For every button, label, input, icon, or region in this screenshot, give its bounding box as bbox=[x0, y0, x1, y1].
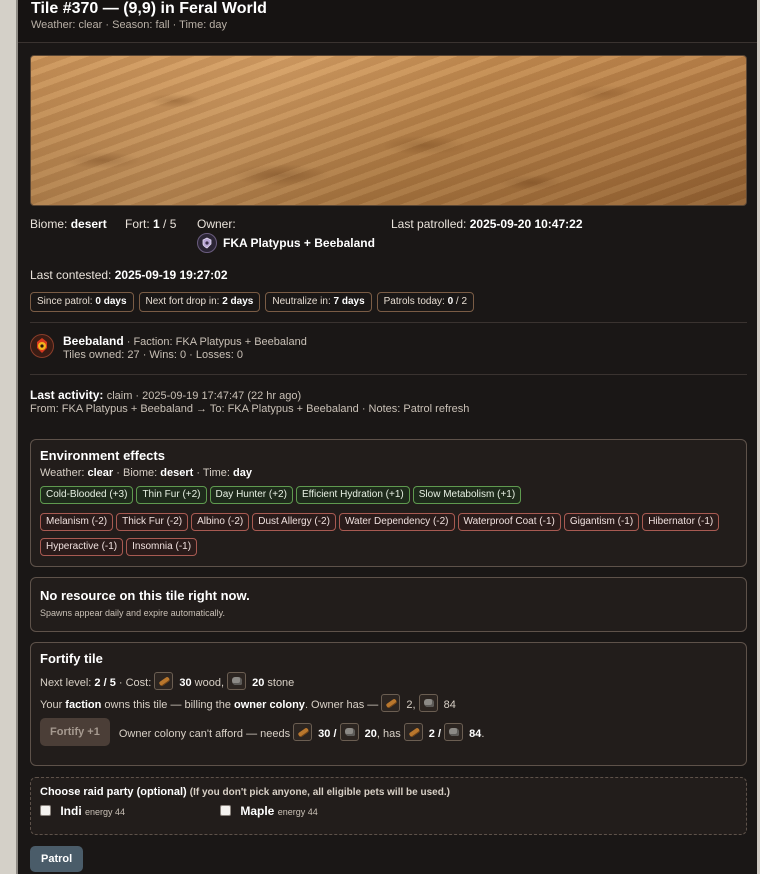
effect-tag: Insomnia (-1) bbox=[126, 538, 198, 556]
effect-tag: Water Dependency (-2) bbox=[338, 513, 455, 531]
last-activity: Last activity: claim · 2025-09-19 17:47:… bbox=[30, 388, 470, 415]
last-patrolled-value: 2025-09-20 10:47:22 bbox=[469, 217, 583, 231]
pet-option-maple[interactable]: Maple energy 44 bbox=[220, 804, 318, 818]
pet-list: Indi energy 44 Maple energy 44 bbox=[40, 804, 737, 818]
stone-icon bbox=[339, 723, 359, 741]
patrols-today-chip: Patrols today: 0 / 2 bbox=[376, 292, 475, 312]
effect-tag: Thick Fur (-2) bbox=[116, 513, 189, 531]
effect-tag: Albino (-2) bbox=[191, 513, 250, 531]
tile-biome-image bbox=[30, 55, 747, 206]
effect-tag: Efficient Hydration (+1) bbox=[295, 486, 410, 504]
fort-field: Fort: 1 / 5 bbox=[125, 217, 177, 231]
effect-tag: Thin Fur (+2) bbox=[136, 486, 207, 504]
colony-name[interactable]: Beebaland bbox=[63, 334, 124, 348]
activity-detail: From: FKA Platypus + Beebaland → To: FKA… bbox=[30, 403, 470, 415]
stone-icon bbox=[444, 723, 463, 741]
colony-faction: · Faction: FKA Platypus + Beebaland bbox=[123, 336, 307, 348]
pet-option-indi[interactable]: Indi energy 44 bbox=[40, 804, 220, 818]
last-contested-field: Last contested: 2025-09-19 19:27:02 bbox=[30, 268, 228, 282]
neutralize-chip: Neutralize in: 7 days bbox=[265, 292, 372, 312]
effect-tag: Slow Metabolism (+1) bbox=[412, 486, 522, 504]
next-fort-drop-chip: Next fort drop in: 2 days bbox=[138, 292, 261, 312]
patrol-button[interactable]: Patrol bbox=[30, 846, 84, 872]
page-subtitle: Weather: clear · Season: fall · Time: da… bbox=[31, 19, 228, 31]
wood-icon bbox=[381, 694, 401, 712]
effect-tag: Gigantism (-1) bbox=[563, 513, 640, 531]
page-header: Tile #370 — (9,9) in Feral World Weather… bbox=[18, 0, 757, 43]
negative-effects-more: Hyperactive (-1) Insomnia (-1) bbox=[40, 536, 737, 561]
effect-tag: Cold-Blooded (+3) bbox=[40, 486, 134, 504]
effect-tag: Dust Allergy (-2) bbox=[252, 513, 336, 531]
activity-meta: claim · 2025-09-19 17:47:47 (22 hr ago) bbox=[106, 390, 302, 402]
fort-value: 1 bbox=[153, 217, 160, 231]
colony-stats: Tiles owned: 27 · Wins: 0 · Losses: 0 bbox=[63, 349, 243, 361]
last-contested-value: 2025-09-19 19:27:02 bbox=[114, 268, 228, 282]
owner-field: Owner: FKA Platypus + Beebaland bbox=[197, 217, 375, 253]
stone-icon bbox=[227, 672, 247, 690]
fortify-panel: Fortify tile Next level: 2 / 5 · Cost: 3… bbox=[30, 642, 747, 766]
effect-tag: Hibernator (-1) bbox=[642, 513, 720, 531]
environment-title: Environment effects bbox=[40, 448, 165, 463]
wood-icon bbox=[154, 672, 174, 690]
environment-summary: Weather: clear · Biome: desert · Time: d… bbox=[40, 467, 253, 479]
positive-effects: Cold-Blooded (+3) Thin Fur (+2) Day Hunter… bbox=[40, 484, 737, 509]
divider bbox=[30, 374, 747, 375]
timer-chips: Since patrol: 0 days Next fort drop in: 2… bbox=[30, 291, 479, 312]
tile-content: Biome: desert Fort: 1 / 5 Owner: FKA Pla… bbox=[30, 55, 747, 872]
biome-field: Biome: desert bbox=[30, 217, 107, 231]
raid-party-heading: Choose raid party (optional) (If you don… bbox=[40, 786, 450, 798]
owner-faction-icon bbox=[197, 233, 217, 253]
effect-tag: Melanism (-2) bbox=[40, 513, 114, 531]
resource-panel: No resource on this tile right now. Spaw… bbox=[30, 577, 747, 632]
window-left-frame bbox=[0, 0, 18, 874]
fortify-title: Fortify tile bbox=[40, 651, 103, 666]
owner-link[interactable]: FKA Platypus + Beebaland bbox=[197, 233, 375, 253]
page-title: Tile #370 — (9,9) in Feral World bbox=[31, 0, 267, 17]
stone-icon bbox=[418, 694, 438, 712]
fortify-button[interactable]: Fortify +1 bbox=[40, 718, 110, 746]
pet-checkbox[interactable] bbox=[40, 805, 51, 816]
resource-note: Spawns appear daily and expire automatic… bbox=[40, 608, 225, 618]
negative-effects: Melanism (-2) Thick Fur (-2) Albino (-2) Du… bbox=[40, 511, 737, 536]
afford-message: Owner colony can't afford — needs 30 / 2… bbox=[119, 723, 484, 741]
fortify-action-row: Fortify +1 Owner colony can't afford — n… bbox=[40, 718, 737, 746]
pet-checkbox[interactable] bbox=[220, 805, 231, 816]
fortify-billing: Your faction owns this tile — billing th… bbox=[40, 694, 737, 712]
wood-icon bbox=[403, 723, 423, 741]
resource-title: No resource on this tile right now. bbox=[40, 588, 250, 603]
wood-icon bbox=[293, 723, 313, 741]
colony-card: Beebaland · Faction: FKA Platypus + Beeb… bbox=[30, 334, 307, 361]
raid-party-panel: Choose raid party (optional) (If you don… bbox=[30, 777, 747, 835]
effect-tag: Waterproof Coat (-1) bbox=[457, 513, 561, 531]
environment-effects-panel: Environment effects Weather: clear · Bio… bbox=[30, 439, 747, 567]
last-patrolled-field: Last patrolled: 2025-09-20 10:47:22 bbox=[391, 217, 583, 231]
biome-value: desert bbox=[70, 217, 107, 231]
effect-tag: Day Hunter (+2) bbox=[209, 486, 293, 504]
since-patrol-chip: Since patrol: 0 days bbox=[30, 292, 134, 312]
owner-name: FKA Platypus + Beebaland bbox=[223, 236, 375, 250]
effect-tag: Hyperactive (-1) bbox=[40, 538, 124, 556]
divider bbox=[30, 322, 747, 323]
fortify-cost: Next level: 2 / 5 · Cost: 30 wood, 20 st… bbox=[40, 672, 737, 690]
colony-avatar-icon bbox=[30, 334, 54, 358]
